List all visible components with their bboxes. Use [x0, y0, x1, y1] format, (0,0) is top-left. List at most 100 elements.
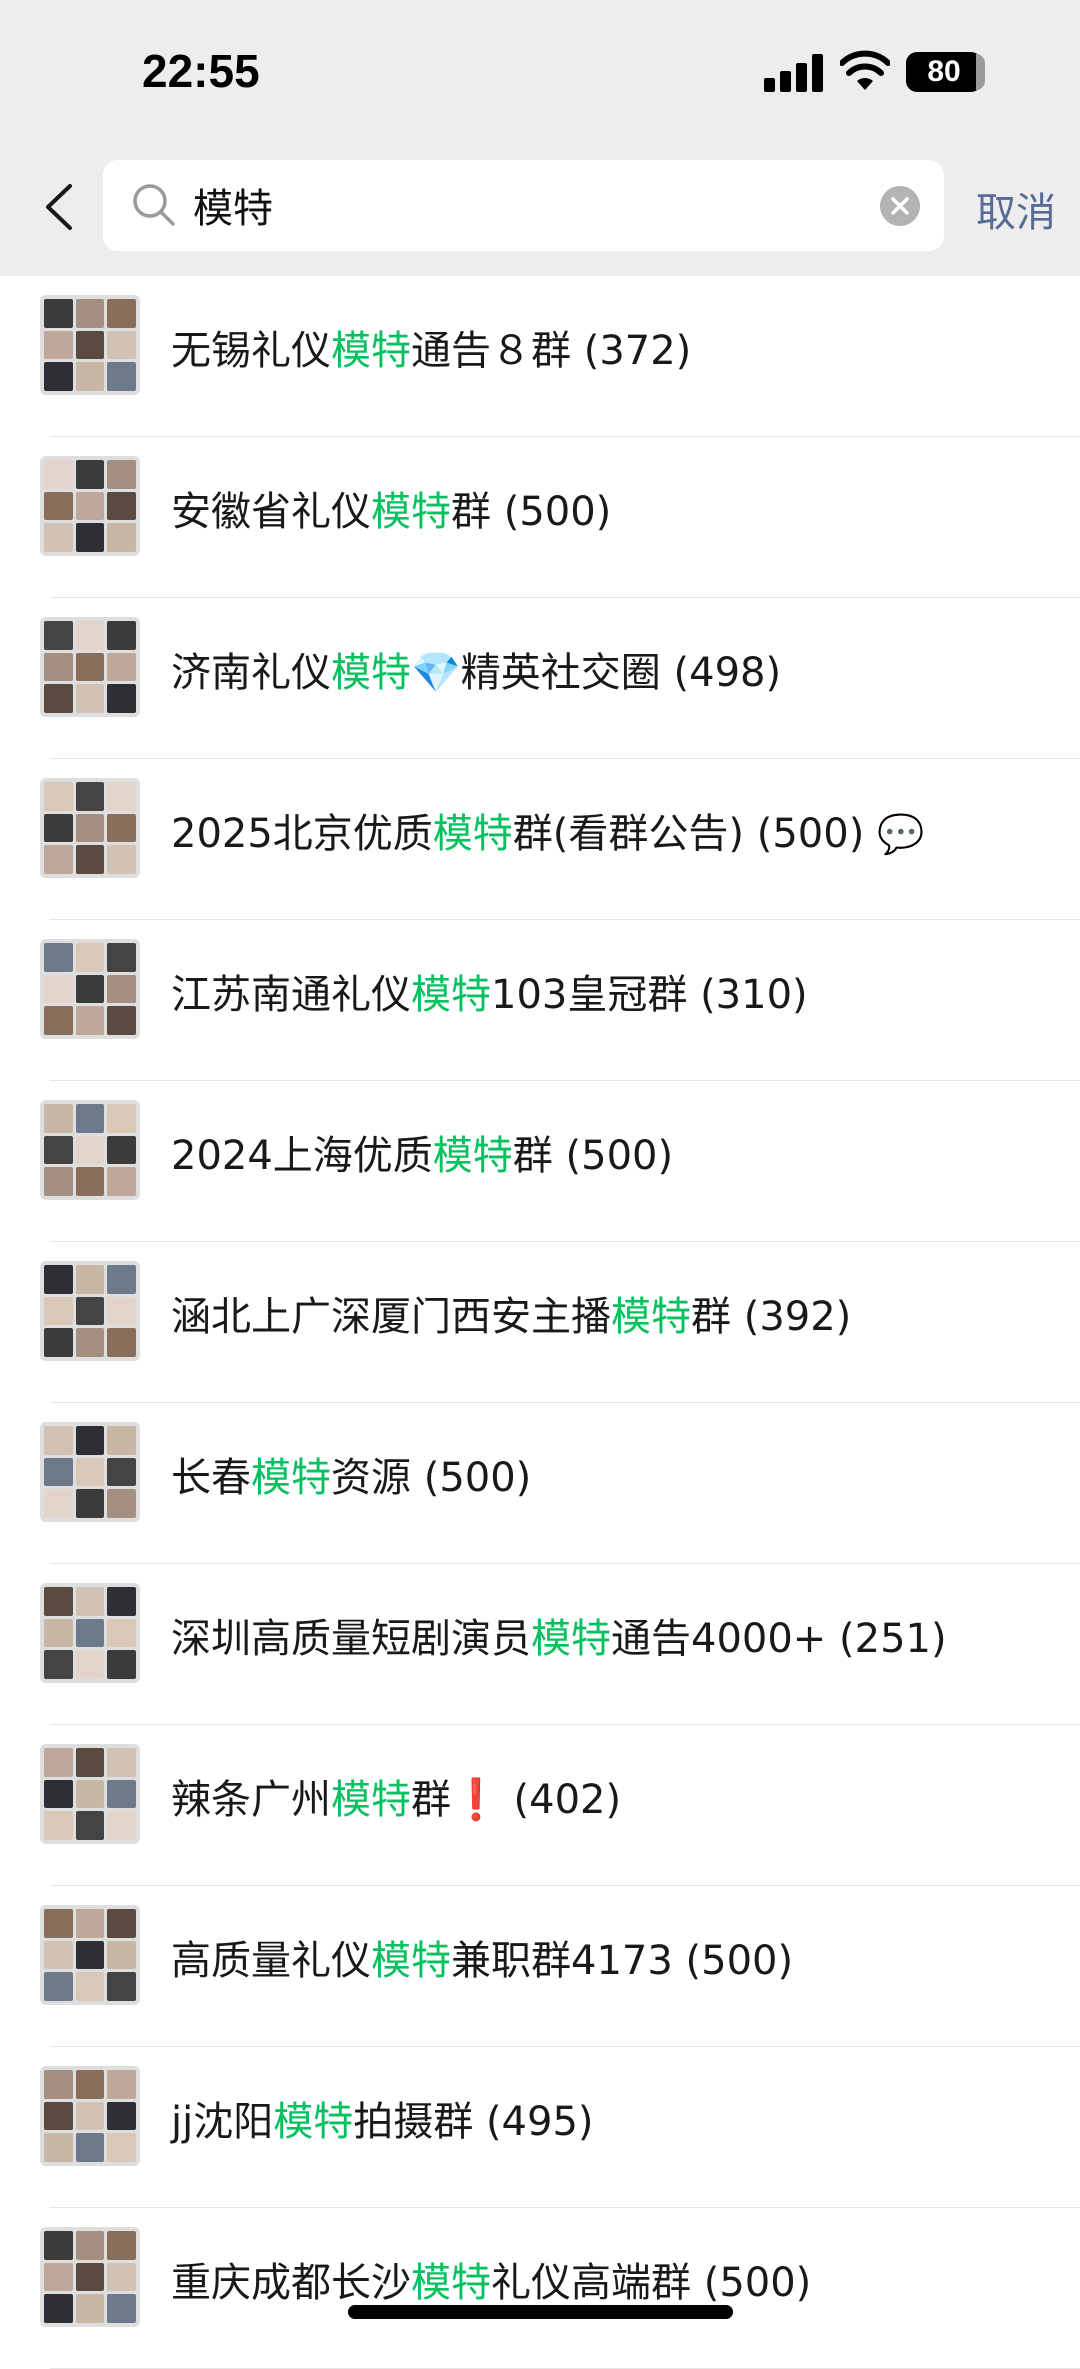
- cellular-signal-icon: [764, 54, 824, 92]
- member-count: (310): [700, 972, 808, 1018]
- group-name-prefix: 长春: [171, 1455, 251, 1501]
- keyword-highlight: 模特: [331, 1777, 411, 1823]
- status-bar: 22:55 80: [0, 0, 1080, 150]
- group-avatar: [40, 456, 140, 556]
- search-icon: [133, 184, 175, 226]
- battery-icon: 80: [906, 52, 982, 92]
- group-name-prefix: 江苏南通礼仪: [171, 972, 411, 1018]
- list-item[interactable]: 济南礼仪模特💎精英社交圈 (498): [0, 598, 1080, 759]
- group-name-prefix: 高质量礼仪: [171, 1938, 371, 1984]
- list-item[interactable]: 无锡礼仪模特通告８群 (372): [0, 276, 1080, 437]
- keyword-highlight: 模特: [411, 2260, 491, 2306]
- list-item[interactable]: 安徽省礼仪模特群 (500): [0, 437, 1080, 598]
- member-count: (495): [485, 2099, 594, 2145]
- group-avatar: [40, 2066, 140, 2166]
- group-name-prefix: 2025北京优质: [171, 811, 433, 857]
- wifi-icon: [840, 50, 890, 90]
- clear-icon[interactable]: [880, 186, 920, 226]
- group-name-suffix: 群: [451, 489, 491, 535]
- keyword-highlight: 模特: [432, 1133, 513, 1179]
- keyword-highlight: 模特: [273, 2099, 354, 2145]
- group-avatar: [40, 1261, 140, 1361]
- group-name-suffix: 兼职群4173: [451, 1938, 673, 1984]
- group-name: 涵北上广深厦门西安主播模特群 (392): [171, 1282, 851, 1352]
- group-name-suffix: 群(看群公告): [512, 811, 745, 857]
- search-header: 22:55 80 取消: [0, 0, 1080, 276]
- search-results-list: 无锡礼仪模特通告８群 (372) 安徽省礼仪模特群 (500) 济南礼仪模特💎精英社…: [0, 276, 1080, 2369]
- member-count: (402): [513, 1777, 622, 1823]
- list-item[interactable]: 长春模特资源 (500): [0, 1403, 1080, 1564]
- group-name-prefix: 济南礼仪: [171, 650, 331, 696]
- group-name-suffix: 💎精英社交圈: [411, 650, 661, 696]
- member-count: (498): [673, 650, 782, 696]
- member-count: (251): [839, 1616, 947, 1662]
- group-avatar: [40, 1583, 140, 1683]
- group-avatar: [40, 1905, 140, 2005]
- group-name: 济南礼仪模特💎精英社交圈 (498): [171, 638, 781, 708]
- group-name-suffix: 资源: [331, 1455, 411, 1501]
- member-count: (500): [756, 811, 865, 857]
- list-item[interactable]: jj沈阳模特拍摄群 (495): [0, 2047, 1080, 2208]
- group-avatar: [40, 295, 140, 395]
- group-name-prefix: 安徽省礼仪: [171, 489, 371, 535]
- keyword-highlight: 模特: [432, 811, 513, 857]
- group-name-prefix: 深圳高质量短剧演员: [171, 1616, 531, 1662]
- member-count: (392): [743, 1294, 852, 1340]
- chat-bubble-icon: 💬: [877, 812, 925, 856]
- list-item[interactable]: 涵北上广深厦门西安主播模特群 (392): [0, 1242, 1080, 1403]
- list-item[interactable]: 深圳高质量短剧演员模特通告4000+ (251): [0, 1564, 1080, 1725]
- group-name: 长春模特资源 (500): [171, 1443, 531, 1513]
- group-name-suffix: 群: [512, 1133, 553, 1179]
- keyword-highlight: 模特: [331, 650, 411, 696]
- keyword-highlight: 模特: [371, 489, 451, 535]
- status-time: 22:55: [142, 45, 260, 97]
- group-name: 江苏南通礼仪模特103皇冠群 (310): [171, 960, 808, 1030]
- group-name-suffix: 群❗️: [411, 1777, 501, 1823]
- group-name: 2024上海优质模特群 (500): [171, 1121, 673, 1191]
- keyword-highlight: 模特: [611, 1294, 691, 1340]
- group-avatar: [40, 617, 140, 717]
- group-avatar: [40, 1100, 140, 1200]
- group-name-prefix: 涵北上广深厦门西安主播: [171, 1294, 611, 1340]
- cancel-button[interactable]: 取消: [976, 180, 1056, 238]
- group-name-prefix: 2024上海优质: [171, 1133, 433, 1179]
- group-name-suffix: 拍摄群: [353, 2099, 474, 2145]
- group-name-suffix: 通告4000+: [611, 1616, 827, 1662]
- group-name-suffix: 通告８群: [411, 328, 571, 374]
- search-input[interactable]: [193, 170, 853, 240]
- group-name: 辣条广州模特群❗️ (402): [171, 1765, 621, 1835]
- keyword-highlight: 模特: [251, 1455, 331, 1501]
- search-box[interactable]: [103, 160, 944, 251]
- group-name: jj沈阳模特拍摄群 (495): [171, 2087, 594, 2157]
- member-count: (500): [685, 1938, 794, 1984]
- back-icon[interactable]: [40, 180, 76, 234]
- group-name: 高质量礼仪模特兼职群4173 (500): [171, 1926, 793, 1996]
- list-item[interactable]: 辣条广州模特群❗️ (402): [0, 1725, 1080, 1886]
- keyword-highlight: 模特: [531, 1616, 611, 1662]
- group-avatar: [40, 939, 140, 1039]
- group-avatar: [40, 778, 140, 878]
- group-avatar: [40, 2227, 140, 2327]
- group-avatar: [40, 1744, 140, 1844]
- member-count: (372): [583, 328, 692, 374]
- list-item[interactable]: 重庆成都长沙模特礼仪高端群 (500): [0, 2208, 1080, 2369]
- group-name-prefix: 重庆成都长沙: [171, 2260, 411, 2306]
- group-avatar: [40, 1422, 140, 1522]
- member-count: (500): [565, 1133, 674, 1179]
- home-indicator[interactable]: [348, 2305, 733, 2319]
- group-name: 无锡礼仪模特通告８群 (372): [171, 316, 691, 386]
- list-item[interactable]: 2025北京优质模特群(看群公告) (500) 💬: [0, 759, 1080, 920]
- keyword-highlight: 模特: [331, 328, 411, 374]
- battery-tip: [976, 54, 985, 90]
- member-count: (500): [503, 489, 612, 535]
- group-name-prefix: 无锡礼仪: [171, 328, 331, 374]
- group-name: 2025北京优质模特群(看群公告) (500) 💬: [171, 799, 924, 869]
- group-name-prefix: jj沈阳: [171, 2099, 274, 2145]
- list-item[interactable]: 江苏南通礼仪模特103皇冠群 (310): [0, 920, 1080, 1081]
- list-item[interactable]: 2024上海优质模特群 (500): [0, 1081, 1080, 1242]
- keyword-highlight: 模特: [411, 972, 491, 1018]
- group-name: 安徽省礼仪模特群 (500): [171, 477, 611, 547]
- list-item[interactable]: 高质量礼仪模特兼职群4173 (500): [0, 1886, 1080, 2047]
- group-name: 深圳高质量短剧演员模特通告4000+ (251): [171, 1604, 947, 1674]
- group-name-suffix: 群: [691, 1294, 731, 1340]
